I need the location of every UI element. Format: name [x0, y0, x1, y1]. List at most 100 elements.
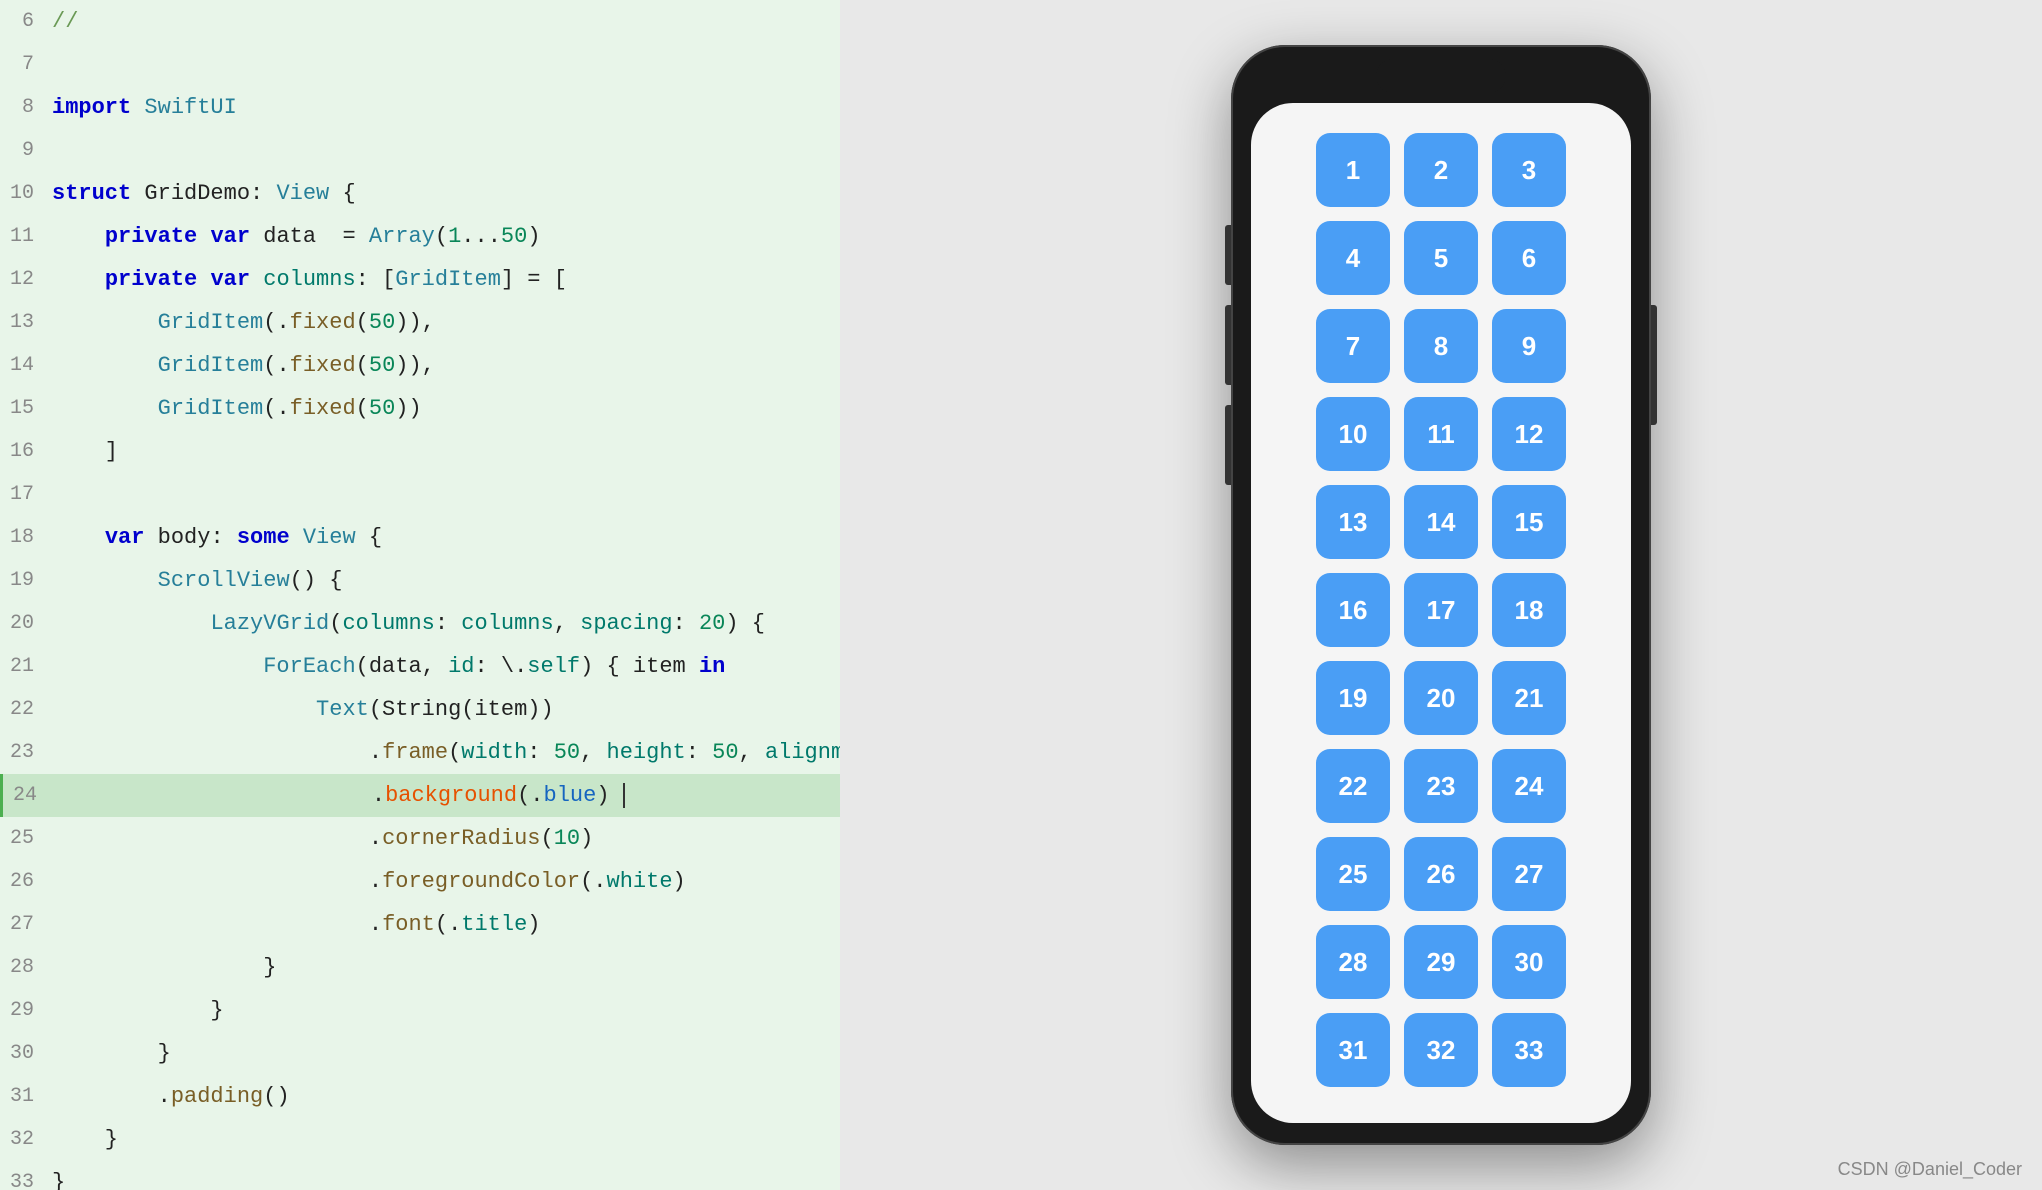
code-line-9: 9: [0, 129, 840, 172]
line-number: 12: [0, 258, 52, 301]
code-line-26: 26 .foregroundColor(.white): [0, 860, 840, 903]
line-number: 16: [0, 430, 52, 473]
code-line-8: 8import SwiftUI: [0, 86, 840, 129]
line-code: .foregroundColor(.white): [52, 860, 686, 903]
grid-row-2: 789: [1281, 309, 1601, 383]
grid-row-3: 101112: [1281, 397, 1601, 471]
grid-cell: 14: [1404, 485, 1478, 559]
code-line-19: 19 ScrollView() {: [0, 559, 840, 602]
line-code: //: [52, 0, 92, 43]
grid-cell: 33: [1492, 1013, 1566, 1087]
grid-cell: 28: [1316, 925, 1390, 999]
line-number: 33: [0, 1161, 52, 1190]
line-number: 30: [0, 1032, 52, 1075]
line-code: .background(.blue): [55, 774, 625, 817]
grid-cell: 13: [1316, 485, 1390, 559]
line-number: 18: [0, 516, 52, 559]
code-editor: 6// 78import SwiftUI910struct GridDemo: …: [0, 0, 840, 1190]
code-line-6: 6//: [0, 0, 840, 43]
line-number: 10: [0, 172, 52, 215]
grid-cell: 9: [1492, 309, 1566, 383]
line-number: 9: [0, 129, 52, 172]
grid-cell: 25: [1316, 837, 1390, 911]
code-line-28: 28 }: [0, 946, 840, 989]
grid-cell: 29: [1404, 925, 1478, 999]
line-code: }: [52, 1161, 65, 1190]
line-number: 32: [0, 1118, 52, 1161]
grid-row-8: 252627: [1281, 837, 1601, 911]
line-number: 6: [0, 0, 52, 43]
code-line-25: 25 .cornerRadius(10): [0, 817, 840, 860]
line-number: 13: [0, 301, 52, 344]
grid-cell: 21: [1492, 661, 1566, 735]
phone-frame: 1234567891011121314151617181920212223242…: [1231, 45, 1651, 1145]
line-code: private var data = Array(1...50): [52, 215, 541, 258]
line-number: 20: [0, 602, 52, 645]
grid-cell: 8: [1404, 309, 1478, 383]
line-number: 31: [0, 1075, 52, 1118]
code-line-24: 24 .background(.blue): [0, 774, 840, 817]
line-code: LazyVGrid(columns: columns, spacing: 20)…: [52, 602, 765, 645]
code-line-33: 33}: [0, 1161, 840, 1190]
grid-cell: 32: [1404, 1013, 1478, 1087]
preview-panel: 1234567891011121314151617181920212223242…: [840, 0, 2042, 1190]
line-code: private var columns: [GridItem] = [: [52, 258, 567, 301]
grid-cell: 4: [1316, 221, 1390, 295]
code-line-27: 27 .font(.title): [0, 903, 840, 946]
code-line-13: 13 GridItem(.fixed(50)),: [0, 301, 840, 344]
grid-cell: 18: [1492, 573, 1566, 647]
line-code: GridItem(.fixed(50)),: [52, 301, 435, 344]
code-line-11: 11 private var data = Array(1...50): [0, 215, 840, 258]
line-code: GridItem(.fixed(50)): [52, 387, 422, 430]
phone-silent-switch: [1225, 225, 1231, 285]
line-code: ]: [52, 430, 118, 473]
line-number: 24: [3, 774, 55, 817]
line-code: .frame(width: 50, height: 50, alignment:…: [52, 731, 840, 774]
grid-cell: 7: [1316, 309, 1390, 383]
line-number: 27: [0, 903, 52, 946]
grid-cell: 19: [1316, 661, 1390, 735]
grid-cell: 12: [1492, 397, 1566, 471]
code-line-17: 17: [0, 473, 840, 516]
grid-row-0: 123: [1281, 133, 1601, 207]
code-line-20: 20 LazyVGrid(columns: columns, spacing: …: [0, 602, 840, 645]
grid-cell: 10: [1316, 397, 1390, 471]
line-number: 17: [0, 473, 52, 516]
code-line-22: 22 Text(String(item)): [0, 688, 840, 731]
line-number: 11: [0, 215, 52, 258]
code-line-7: 7: [0, 43, 840, 86]
grid-row-4: 131415: [1281, 485, 1601, 559]
line-code: }: [52, 989, 224, 1032]
grid-cell: 22: [1316, 749, 1390, 823]
line-number: 14: [0, 344, 52, 387]
line-number: 23: [0, 731, 52, 774]
code-line-29: 29 }: [0, 989, 840, 1032]
phone-notch: [1376, 59, 1506, 93]
code-line-30: 30 }: [0, 1032, 840, 1075]
grid-row-10: 313233: [1281, 1013, 1601, 1087]
line-code: ForEach(data, id: \.self) { item in: [52, 645, 725, 688]
grid-cell: 16: [1316, 573, 1390, 647]
grid-cell: 11: [1404, 397, 1478, 471]
code-line-21: 21 ForEach(data, id: \.self) { item in: [0, 645, 840, 688]
grid-cell: 27: [1492, 837, 1566, 911]
grid-cell: 6: [1492, 221, 1566, 295]
phone-vol-down: [1225, 405, 1231, 485]
grid-cell: 31: [1316, 1013, 1390, 1087]
line-code: .padding(): [52, 1075, 290, 1118]
line-number: 29: [0, 989, 52, 1032]
line-code: Text(String(item)): [52, 688, 554, 731]
phone-screen: 1234567891011121314151617181920212223242…: [1251, 103, 1631, 1123]
code-line-23: 23 .frame(width: 50, height: 50, alignme…: [0, 731, 840, 774]
line-number: 8: [0, 86, 52, 129]
grid-row-9: 282930: [1281, 925, 1601, 999]
grid-cell: 30: [1492, 925, 1566, 999]
line-code: }: [52, 1032, 171, 1075]
code-line-14: 14 GridItem(.fixed(50)),: [0, 344, 840, 387]
line-code: var body: some View {: [52, 516, 382, 559]
line-number: 28: [0, 946, 52, 989]
line-number: 19: [0, 559, 52, 602]
code-line-16: 16 ]: [0, 430, 840, 473]
line-number: 22: [0, 688, 52, 731]
line-code: .cornerRadius(10): [52, 817, 593, 860]
